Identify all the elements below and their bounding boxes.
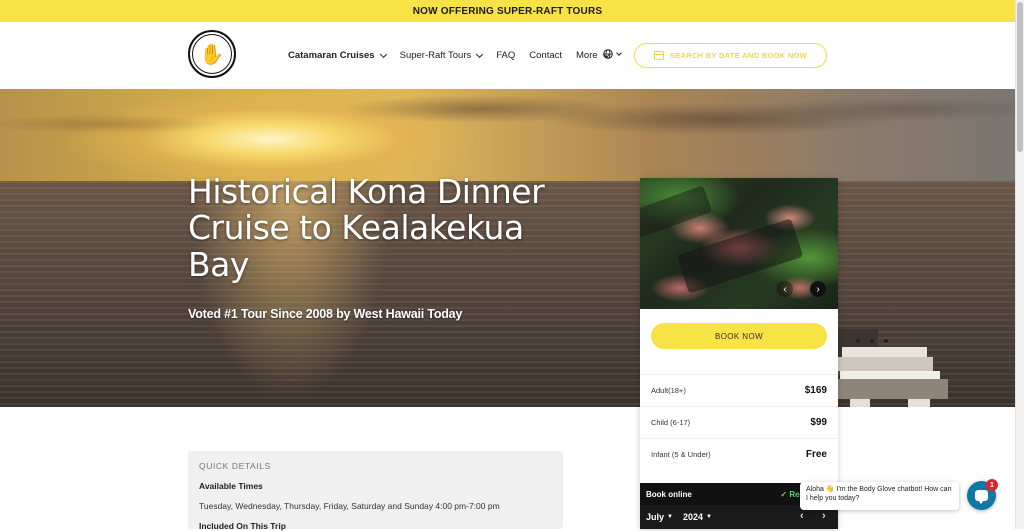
caret-down-icon: ▼ [667,514,673,520]
nav-catamaran-cruises[interactable]: Catamaran Cruises [288,50,387,61]
caret-down-icon: ▼ [706,514,712,520]
hero-subtitle: Voted #1 Tour Since 2008 by West Hawaii … [188,307,463,321]
nav-label: Super-Raft Tours [399,50,472,61]
price-row-infant: Infant (5 & Under) Free [640,438,838,470]
month-select[interactable]: July ▼ [646,512,673,522]
search-button-label: SEARCH BY DATE AND BOOK NOW [669,51,808,60]
month-value: July [646,512,665,522]
announcement-bar[interactable]: NOW OFFERING SUPER-RAFT TOURS [0,0,1015,22]
price-label: Infant (5 & Under) [651,450,711,459]
chat-badge-count: 1 [990,481,994,489]
price-value: $99 [810,417,827,428]
price-value: $169 [804,385,827,396]
hero-banner: Historical Kona Dinner Cruise to Kealake… [0,89,1015,407]
food-plate [640,185,713,239]
scrollbar-thumb[interactable] [1017,2,1023,152]
available-times-text: Tuesday, Wednesday, Thursday, Friday, Sa… [199,501,500,511]
hero-title: Historical Kona Dinner Cruise to Kealake… [188,172,545,284]
calendar-icon [653,51,664,60]
language-selector[interactable] [603,49,622,59]
tour-photo-carousel[interactable] [640,178,838,309]
booking-card: ‹ › BOOK NOW Adult(18+) $169 Child (6-17… [640,178,838,529]
catamaran-image [838,329,948,407]
year-value: 2024 [682,512,703,522]
available-times-label: Available Times [199,481,263,491]
hand-logo-icon: ✋ [192,34,232,74]
chevron-left-icon: ‹ [783,283,787,295]
carousel-next-button[interactable]: › [810,281,826,297]
price-row-adult: Adult(18+) $169 [640,374,838,406]
chat-icon [975,490,988,504]
page-scrollbar[interactable] [1015,0,1024,529]
site-header: ✋ Catamaran Cruises Super-Raft Tours FAQ… [0,22,1015,89]
chevron-right-icon: › [816,283,820,295]
next-month-button[interactable]: › [822,510,826,522]
chat-unread-badge: 1 [986,479,998,491]
chat-greeting-bubble[interactable]: Aloha 👋 I'm the Body Glove chatbot! How … [800,482,959,510]
price-label: Child (6-17) [651,418,691,427]
nav-label: FAQ [496,50,516,61]
chevron-down-icon [379,50,387,58]
included-label: Included On This Trip [199,521,286,531]
price-row-child: Child (6-17) $99 [640,406,838,438]
main-nav: Catamaran Cruises Super-Raft Tours FAQ C… [288,22,610,89]
nav-super-raft-tours[interactable]: Super-Raft Tours [399,50,484,61]
nav-contact[interactable]: Contact [529,50,562,61]
announcement-text[interactable]: NOW OFFERING SUPER-RAFT TOURS [413,6,603,17]
nav-label: Contact [529,50,563,61]
nav-label: Catamaran Cruises [288,50,375,61]
globe-icon [603,49,613,59]
book-now-button[interactable]: BOOK NOW [651,323,827,349]
chat-message: Aloha 👋 I'm the Body Glove chatbot! How … [806,486,952,503]
price-value: Free [805,449,827,460]
nav-faq[interactable]: FAQ [496,50,515,61]
book-online-title: Book online [646,489,692,499]
carousel-prev-button[interactable]: ‹ [777,281,793,297]
search-by-date-button[interactable]: SEARCH BY DATE AND BOOK NOW [634,43,827,68]
prev-month-button[interactable]: ‹ [800,510,804,522]
quick-details-title: QUICK DETAILS [199,461,271,471]
quick-details-panel: QUICK DETAILS Available Times Tuesday, W… [188,451,563,531]
nav-label: More [576,50,598,61]
year-select[interactable]: 2024 ▼ [683,512,712,522]
chevron-down-icon [616,49,622,56]
site-logo[interactable]: ✋ [188,30,236,78]
book-now-label: BOOK NOW [714,331,764,341]
price-label: Adult(18+) [651,386,686,395]
chevron-down-icon [476,50,484,58]
